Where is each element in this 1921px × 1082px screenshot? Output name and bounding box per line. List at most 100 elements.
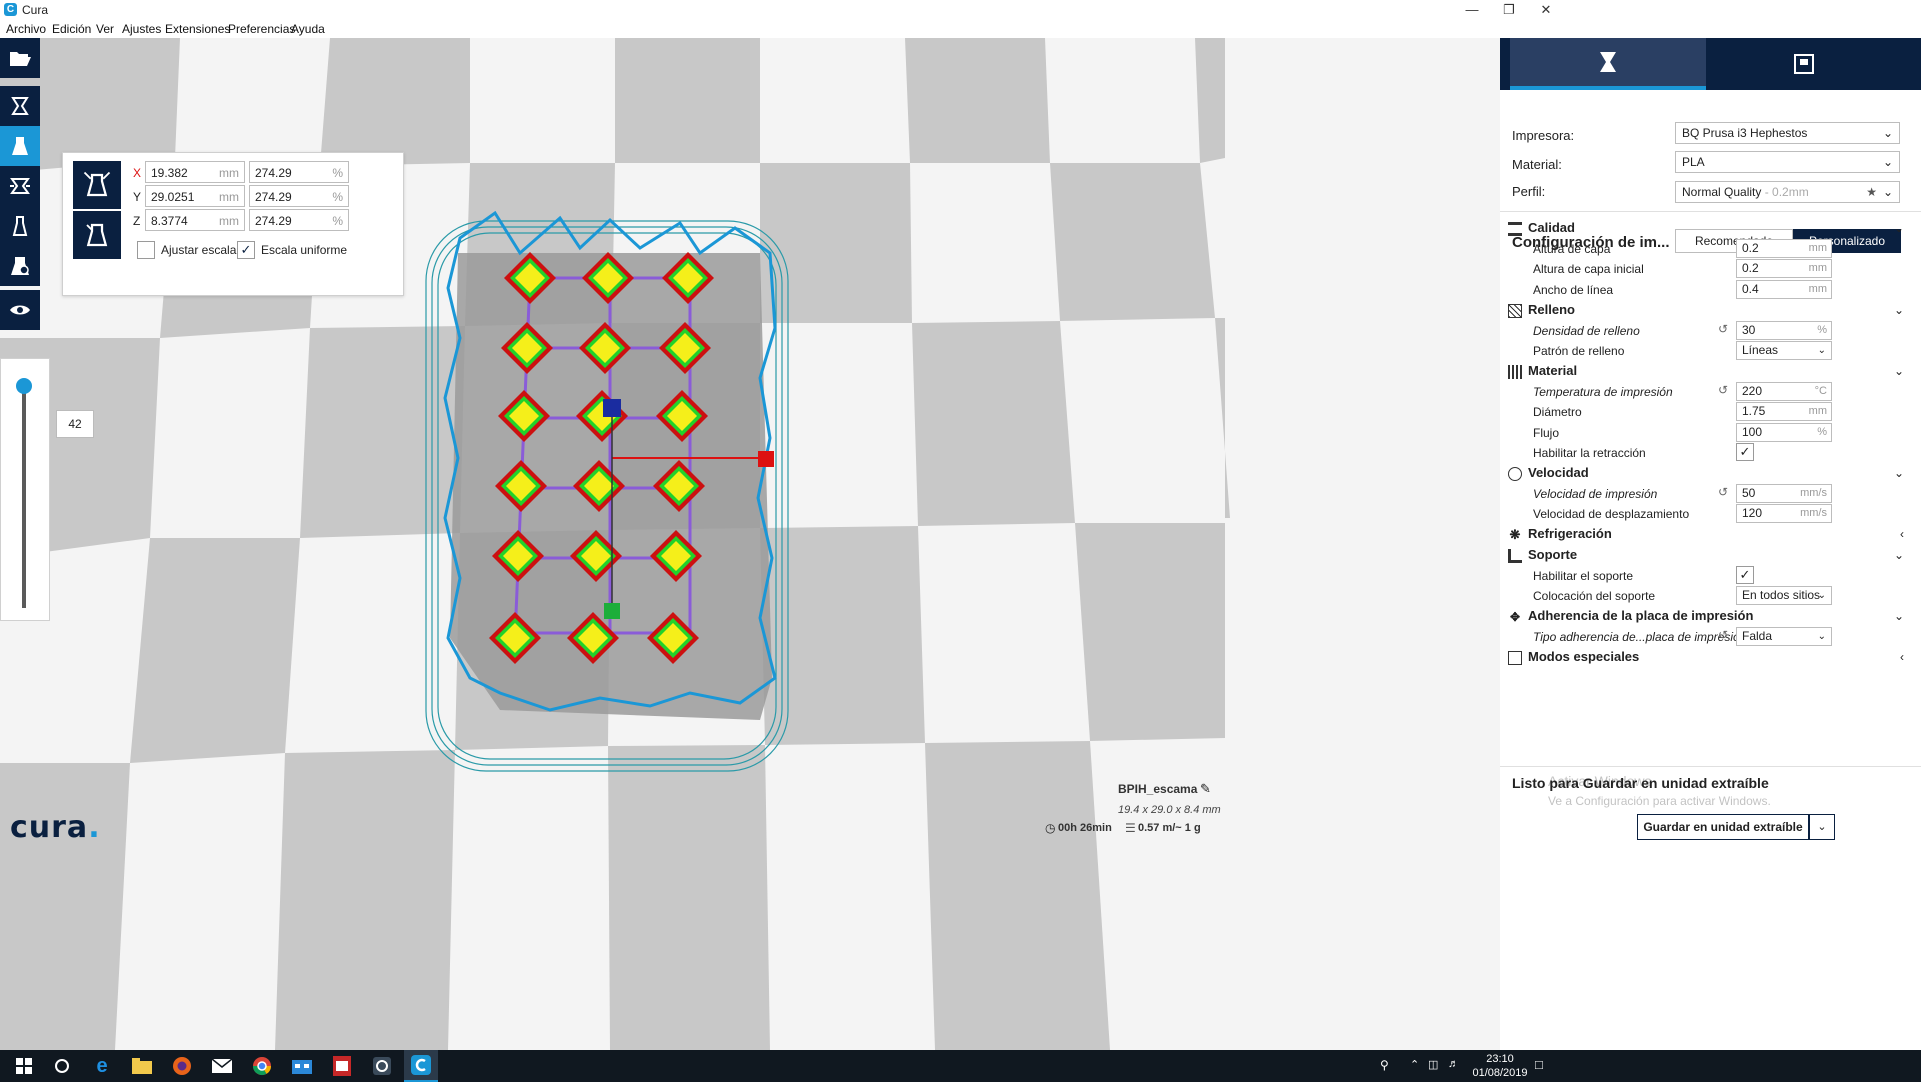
layer-slider-handle[interactable] [16,378,32,394]
chevron-down-icon: ⌄ [1893,609,1904,623]
section-material[interactable]: Material ⌄ [1508,361,1908,381]
network-icon[interactable]: ◫ [1428,1058,1438,1071]
reset-icon[interactable]: ↺ [1718,322,1728,336]
unit-label: mm/s [1800,507,1827,519]
print-temperature-input[interactable]: 220 °C [1736,382,1832,401]
clock[interactable]: 23:10 01/08/2019 [1470,1052,1530,1080]
support-placement-select[interactable]: En todos sitios ⌄ [1736,586,1832,605]
tab-monitor[interactable] [1706,38,1902,90]
diameter-label: Diámetro [1533,405,1582,419]
move-tool-button[interactable] [0,86,40,126]
close-button[interactable]: ✕ [1523,0,1569,20]
reset-scale-button[interactable] [73,211,121,259]
logo-dot: . [88,810,101,845]
material-usage: 0.57 m/~ 1 g [1138,822,1201,834]
section-cooling[interactable]: ❋ Refrigeración ‹ [1508,524,1908,544]
diameter-input[interactable]: 1.75 mm [1736,402,1832,421]
acrobat-icon[interactable] [330,1054,354,1078]
x-mm-input[interactable]: 19.382 mm [145,161,245,183]
flow-input[interactable]: 100% [1736,423,1832,442]
infill-density-input[interactable]: 30% [1736,321,1832,340]
notifications-icon[interactable]: □ [1535,1057,1543,1072]
star-icon[interactable]: ★ [1866,182,1877,202]
chevron-down-icon: ⌄ [1893,364,1904,378]
file-explorer-icon[interactable] [130,1054,154,1078]
travel-speed-input[interactable]: 120 mm/s [1736,504,1832,523]
menu-ajustes[interactable]: Ajustes [122,22,161,36]
cura-taskbar-icon[interactable] [404,1050,438,1082]
menu-ver[interactable]: Ver [96,22,114,36]
snap-scale-checkbox[interactable] [137,241,155,259]
print-speed-input[interactable]: 50 mm/s [1736,484,1832,503]
logo-text: cura [10,810,89,845]
material-select[interactable]: PLA ⌄ [1675,151,1900,173]
store-bag-icon [292,1060,312,1074]
menu-preferencias[interactable]: Preferencias [228,22,295,36]
menu-archivo[interactable]: Archivo [6,22,46,36]
initial-layer-height-value: 0.2 [1742,261,1759,275]
view-mode-button[interactable] [0,290,40,330]
volume-icon[interactable]: ♬ [1448,1058,1459,1070]
initial-layer-height-input[interactable]: 0.2 mm [1736,259,1832,278]
z-pct-input[interactable]: 274.29% [249,209,349,231]
flow-value: 100 [1742,425,1763,439]
menu-edicion[interactable]: Edición [52,22,91,36]
chrome-icon[interactable] [250,1054,274,1078]
section-infill[interactable]: Relleno ⌄ [1508,300,1908,320]
layer-height-input[interactable]: 0.2 mm [1736,239,1832,258]
infill-pattern-select[interactable]: Líneas ⌄ [1736,341,1832,360]
reset-icon[interactable]: ↺ [1718,628,1728,642]
scale-handle-z[interactable] [603,399,621,417]
adhesion-type-select[interactable]: Falda ⌄ [1736,627,1832,646]
uniform-scale-checkbox[interactable]: ✓ [237,241,255,259]
chevron-up-icon[interactable]: ⌃ [1410,1058,1419,1071]
rotate-tool-button[interactable] [0,166,40,206]
people-icon[interactable]: ⚲ [1380,1058,1389,1072]
section-special-modes[interactable]: Modos especiales ‹ [1508,647,1908,667]
scale-handle-y[interactable] [604,603,620,619]
tab-prepare[interactable] [1510,38,1706,90]
chevron-down-icon: ⌄ [1817,345,1826,356]
z-mm-input[interactable]: 8.3774 mm [145,209,245,231]
section-quality[interactable]: Calidad ⌄ [1508,218,1908,238]
cura-c-icon [411,1055,431,1075]
enable-support-checkbox[interactable]: ✓ [1736,566,1754,584]
line-width-input[interactable]: 0.4 mm [1736,280,1832,299]
y-mm-input[interactable]: 29.0251 mm [145,185,245,207]
support-icon [1508,548,1522,563]
save-to-removable-button[interactable]: Guardar en unidad extraíble [1637,814,1809,840]
mail-icon[interactable] [210,1054,234,1078]
scale-tool-button[interactable] [0,126,40,166]
search-icon[interactable] [50,1054,74,1078]
open-file-button[interactable] [0,38,40,78]
store-icon[interactable] [290,1054,314,1078]
printer-select[interactable]: BQ Prusa i3 Hephestos ⌄ [1675,122,1900,144]
layer-slider-track[interactable] [22,388,26,608]
app-icon[interactable] [370,1054,394,1078]
profile-select[interactable]: Normal Quality - 0.2mm ★ ⌄ [1675,181,1900,203]
x-pct-input[interactable]: 274.29% [249,161,349,183]
firefox-icon[interactable] [170,1054,194,1078]
y-pct-input[interactable]: 274.29% [249,185,349,207]
scale-to-max-button[interactable] [73,161,121,209]
per-model-settings-button[interactable] [0,246,40,286]
menu-extensiones[interactable]: Extensiones [165,22,230,36]
retraction-checkbox[interactable]: ✓ [1736,443,1754,461]
mirror-tool-button[interactable] [0,206,40,246]
flow-label: Flujo [1533,426,1560,440]
rotate-tool-icon [10,178,30,194]
reset-icon[interactable]: ↺ [1718,383,1728,397]
windows-start-icon[interactable] [12,1054,36,1078]
pencil-icon[interactable]: ✎ [1200,781,1211,797]
mm-unit: mm [219,166,239,180]
save-options-dropdown[interactable]: ⌄ [1809,814,1835,840]
section-adhesion[interactable]: ✥ Adherencia de la placa de impresión ⌄ [1508,606,1908,626]
scale-handle-x[interactable] [758,451,774,467]
section-speed[interactable]: Velocidad ⌄ [1508,463,1908,483]
menu-ayuda[interactable]: Ayuda [291,22,325,36]
title-bar: C Cura — ❐ ✕ [0,0,1921,20]
layer-number-field[interactable]: 42 [56,410,94,438]
reset-icon[interactable]: ↺ [1718,485,1728,499]
edge-icon[interactable]: e [90,1054,114,1078]
section-support[interactable]: Soporte ⌄ [1508,545,1908,565]
